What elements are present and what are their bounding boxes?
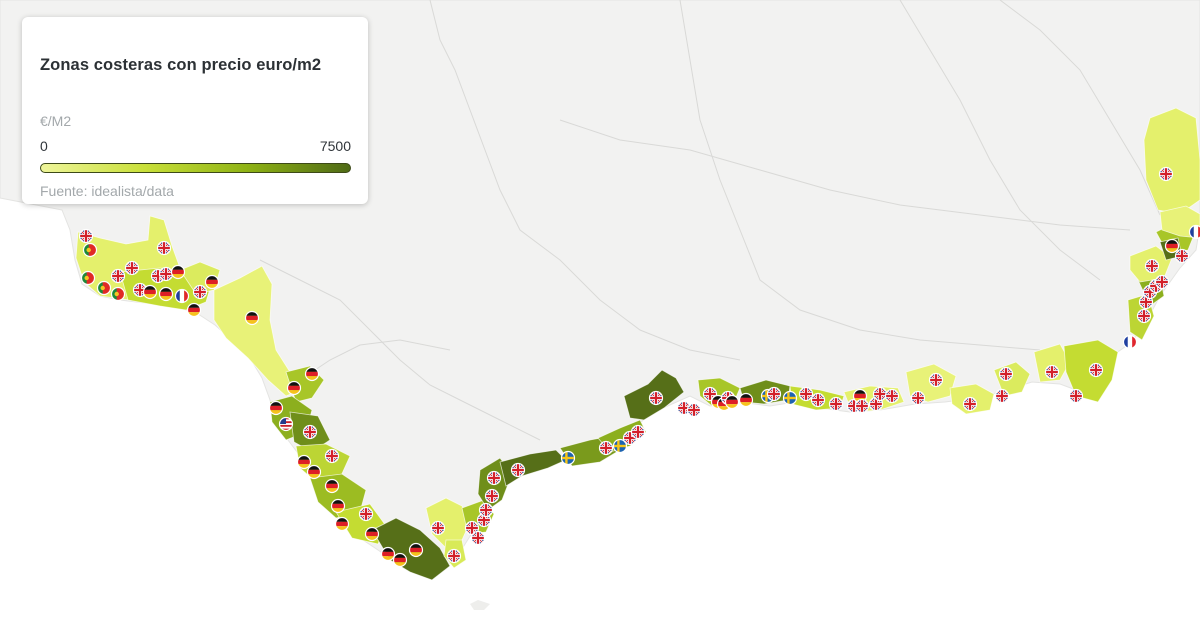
uk-flag-icon[interactable] (1044, 364, 1060, 380)
germany-flag-icon[interactable] (738, 392, 754, 408)
germany-flag-icon[interactable] (158, 286, 174, 302)
sweden-flag-icon[interactable] (782, 390, 798, 406)
uk-flag-icon[interactable] (1144, 258, 1160, 274)
uk-flag-icon[interactable] (998, 366, 1014, 382)
uk-flag-icon[interactable] (630, 424, 646, 440)
germany-flag-icon[interactable] (306, 464, 322, 480)
france-flag-icon[interactable] (174, 288, 190, 304)
uk-flag-icon[interactable] (486, 470, 502, 486)
uk-flag-icon[interactable] (192, 284, 208, 300)
germany-flag-icon[interactable] (380, 546, 396, 562)
uk-flag-icon[interactable] (78, 228, 94, 244)
germany-flag-icon[interactable] (408, 542, 424, 558)
uk-flag-icon[interactable] (358, 506, 374, 522)
uk-flag-icon[interactable] (1174, 248, 1190, 264)
germany-flag-icon[interactable] (330, 498, 346, 514)
uk-flag-icon[interactable] (510, 462, 526, 478)
uk-flag-icon[interactable] (446, 548, 462, 564)
uk-flag-icon[interactable] (928, 372, 944, 388)
legend-source: Fuente: idealista/data (40, 183, 174, 199)
uk-flag-icon[interactable] (158, 266, 174, 282)
uk-flag-icon[interactable] (910, 390, 926, 406)
uk-flag-icon[interactable] (478, 502, 494, 518)
germany-flag-icon[interactable] (170, 264, 186, 280)
germany-flag-icon[interactable] (142, 284, 158, 300)
legend-panel: Zonas costeras con precio euro/m2 €/M2 0… (22, 17, 368, 204)
germany-flag-icon[interactable] (204, 274, 220, 290)
legend-color-bar (40, 163, 351, 173)
uk-flag-icon[interactable] (110, 268, 126, 284)
germany-flag-icon[interactable] (244, 310, 260, 326)
usa-flag-icon[interactable] (278, 416, 294, 432)
uk-flag-icon[interactable] (648, 390, 664, 406)
uk-flag-icon[interactable] (854, 398, 870, 414)
uk-flag-icon[interactable] (1088, 362, 1104, 378)
germany-flag-icon[interactable] (364, 526, 380, 542)
portugal-flag-icon[interactable] (96, 280, 112, 296)
portugal-flag-icon[interactable] (110, 286, 126, 302)
sweden-flag-icon[interactable] (560, 450, 576, 466)
uk-flag-icon[interactable] (470, 530, 486, 546)
germany-flag-icon[interactable] (724, 394, 740, 410)
uk-flag-icon[interactable] (156, 240, 172, 256)
germany-flag-icon[interactable] (334, 516, 350, 532)
uk-flag-icon[interactable] (1154, 274, 1170, 290)
uk-flag-icon[interactable] (484, 488, 500, 504)
legend-title: Zonas costeras con precio euro/m2 (40, 56, 322, 74)
germany-flag-icon[interactable] (186, 302, 202, 318)
uk-flag-icon[interactable] (828, 396, 844, 412)
legend-scale-max: 7500 (319, 138, 351, 154)
germany-flag-icon[interactable] (268, 400, 284, 416)
uk-flag-icon[interactable] (884, 388, 900, 404)
uk-flag-icon[interactable] (324, 448, 340, 464)
uk-flag-icon[interactable] (994, 388, 1010, 404)
portugal-flag-icon[interactable] (82, 242, 98, 258)
uk-flag-icon[interactable] (430, 520, 446, 536)
uk-flag-icon[interactable] (766, 386, 782, 402)
france-flag-icon[interactable] (1122, 334, 1138, 350)
portugal-flag-icon[interactable] (80, 270, 96, 286)
legend-scale-min: 0 (40, 138, 48, 154)
uk-flag-icon[interactable] (302, 424, 318, 440)
uk-flag-icon[interactable] (1136, 308, 1152, 324)
uk-flag-icon[interactable] (1068, 388, 1084, 404)
uk-flag-icon[interactable] (962, 396, 978, 412)
uk-flag-icon[interactable] (872, 386, 888, 402)
legend-unit: €/M2 (40, 113, 72, 129)
uk-flag-icon[interactable] (810, 392, 826, 408)
france-flag-icon[interactable] (1188, 224, 1200, 240)
uk-flag-icon[interactable] (124, 260, 140, 276)
germany-flag-icon[interactable] (286, 380, 302, 396)
germany-flag-icon[interactable] (296, 454, 312, 470)
germany-flag-icon[interactable] (324, 478, 340, 494)
germany-flag-icon[interactable] (392, 552, 408, 568)
uk-flag-icon[interactable] (1158, 166, 1174, 182)
uk-flag-icon[interactable] (598, 440, 614, 456)
germany-flag-icon[interactable] (1164, 238, 1180, 254)
uk-flag-icon[interactable] (798, 386, 814, 402)
germany-flag-icon[interactable] (304, 366, 320, 382)
uk-flag-icon[interactable] (686, 402, 702, 418)
